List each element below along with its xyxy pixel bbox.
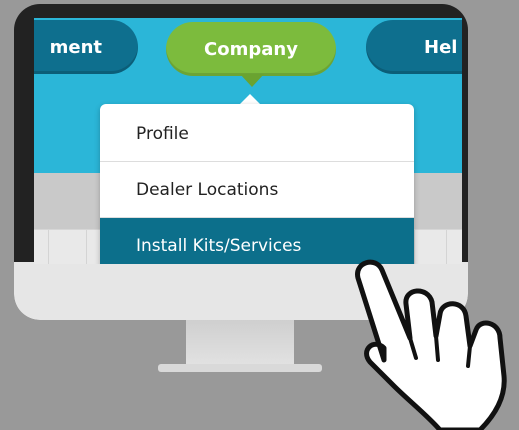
monitor-screen: ment Company Hel Profile Dealer Location… xyxy=(34,18,462,264)
nav-item-help[interactable]: Hel xyxy=(366,20,462,74)
menu-item-profile[interactable]: Profile xyxy=(100,106,414,162)
nav-active-arrow xyxy=(240,74,264,87)
nav-item-previous-label: ment xyxy=(49,36,102,58)
nav-item-company-label: Company xyxy=(204,38,298,60)
monitor-stand-neck xyxy=(186,320,294,366)
pointing-hand-icon xyxy=(355,259,507,430)
nav-item-previous[interactable]: ment xyxy=(34,20,138,74)
nav-item-help-label: Hel xyxy=(424,36,458,58)
row-divider xyxy=(48,230,49,264)
nav-item-company[interactable]: Company xyxy=(166,22,336,76)
menu-item-label: Install Kits/Services xyxy=(136,236,302,256)
row-divider xyxy=(86,230,87,264)
menu-item-label: Dealer Locations xyxy=(136,179,279,200)
menu-item-dealer-locations[interactable]: Dealer Locations xyxy=(100,162,414,218)
monitor-stand-foot xyxy=(158,364,322,372)
menu-item-label: Profile xyxy=(136,123,189,144)
company-dropdown-menu: Profile Dealer Locations Install Kits/Se… xyxy=(100,104,414,264)
